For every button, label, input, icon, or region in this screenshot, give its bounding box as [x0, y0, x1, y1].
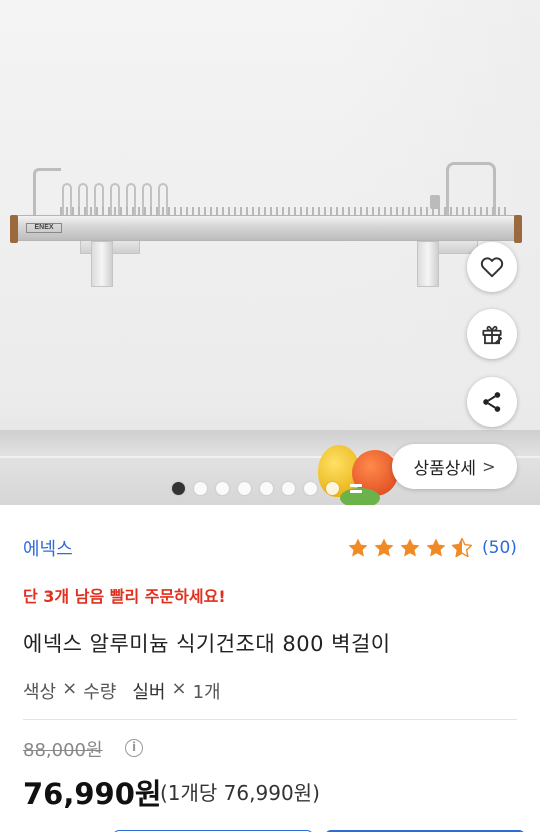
- share-button[interactable]: [467, 377, 517, 427]
- selected-option[interactable]: 색상 × 수량 실버 × 1개: [23, 678, 221, 704]
- wall-mount: [417, 241, 439, 287]
- chevron-right-icon: >: [482, 457, 496, 476]
- star-full-icon: [426, 538, 446, 557]
- divider: [23, 719, 517, 720]
- sale-price: 76,990원: [23, 777, 162, 811]
- rack-front-bar: [12, 215, 520, 241]
- review-count[interactable]: (50): [482, 538, 517, 558]
- rack-endcap-right: [514, 215, 522, 243]
- info-icon[interactable]: i: [125, 739, 143, 757]
- unit-price: (1개당 76,990원): [160, 781, 320, 805]
- wall-mount: [91, 241, 113, 287]
- gift-button[interactable]: [467, 309, 517, 359]
- pagination-dot[interactable]: [304, 481, 317, 495]
- rack-rail-left: [33, 168, 61, 218]
- pagination-dot[interactable]: [194, 481, 207, 495]
- rack-logo: ENEX: [26, 223, 62, 233]
- star-full-icon: [374, 538, 394, 557]
- pagination-dot[interactable]: [282, 481, 295, 495]
- option-value-qty: 1개: [192, 682, 221, 703]
- star-full-icon: [400, 538, 420, 557]
- rack-endcap-left: [10, 215, 18, 243]
- option-label-color: 색상: [23, 682, 57, 703]
- option-separator: ×: [171, 678, 187, 699]
- pagination-dot-active[interactable]: [172, 481, 185, 495]
- option-label-qty: 수량: [83, 682, 117, 703]
- heart-outline-icon: [480, 257, 504, 278]
- star-half-icon: [451, 537, 473, 558]
- option-value-color: 실버: [132, 682, 166, 703]
- product-image-gallery[interactable]: ENEX: [0, 0, 540, 505]
- pagination-dot[interactable]: [216, 481, 229, 495]
- more-pages-icon: [350, 483, 362, 493]
- rating[interactable]: (50): [346, 536, 517, 560]
- product-info: 에넥스 (50) 단 3개 남음 빨리 주문하세요! 에넥스 알루미늄 식기건조…: [0, 505, 540, 832]
- gift-icon: [482, 325, 503, 345]
- option-separator: ×: [62, 678, 78, 699]
- pagination-dot[interactable]: [326, 481, 339, 495]
- rack-hook: [430, 195, 440, 209]
- product-detail-label: 상품상세: [413, 459, 477, 479]
- stock-urgency-notice: 단 3개 남음 빨리 주문하세요!: [23, 587, 226, 606]
- pagination-dot[interactable]: [238, 481, 251, 495]
- gallery-pagination: [172, 481, 362, 495]
- wishlist-button[interactable]: [467, 242, 517, 292]
- pagination-dot[interactable]: [260, 481, 273, 495]
- share-icon: [483, 392, 501, 412]
- product-title: 에넥스 알루미늄 식기건조대 800 벽걸이: [23, 632, 391, 656]
- original-price: 88,000원: [23, 740, 103, 761]
- brand-link[interactable]: 에넥스: [23, 535, 73, 561]
- star-full-icon: [348, 538, 368, 557]
- product-detail-button[interactable]: 상품상세 >: [392, 444, 517, 489]
